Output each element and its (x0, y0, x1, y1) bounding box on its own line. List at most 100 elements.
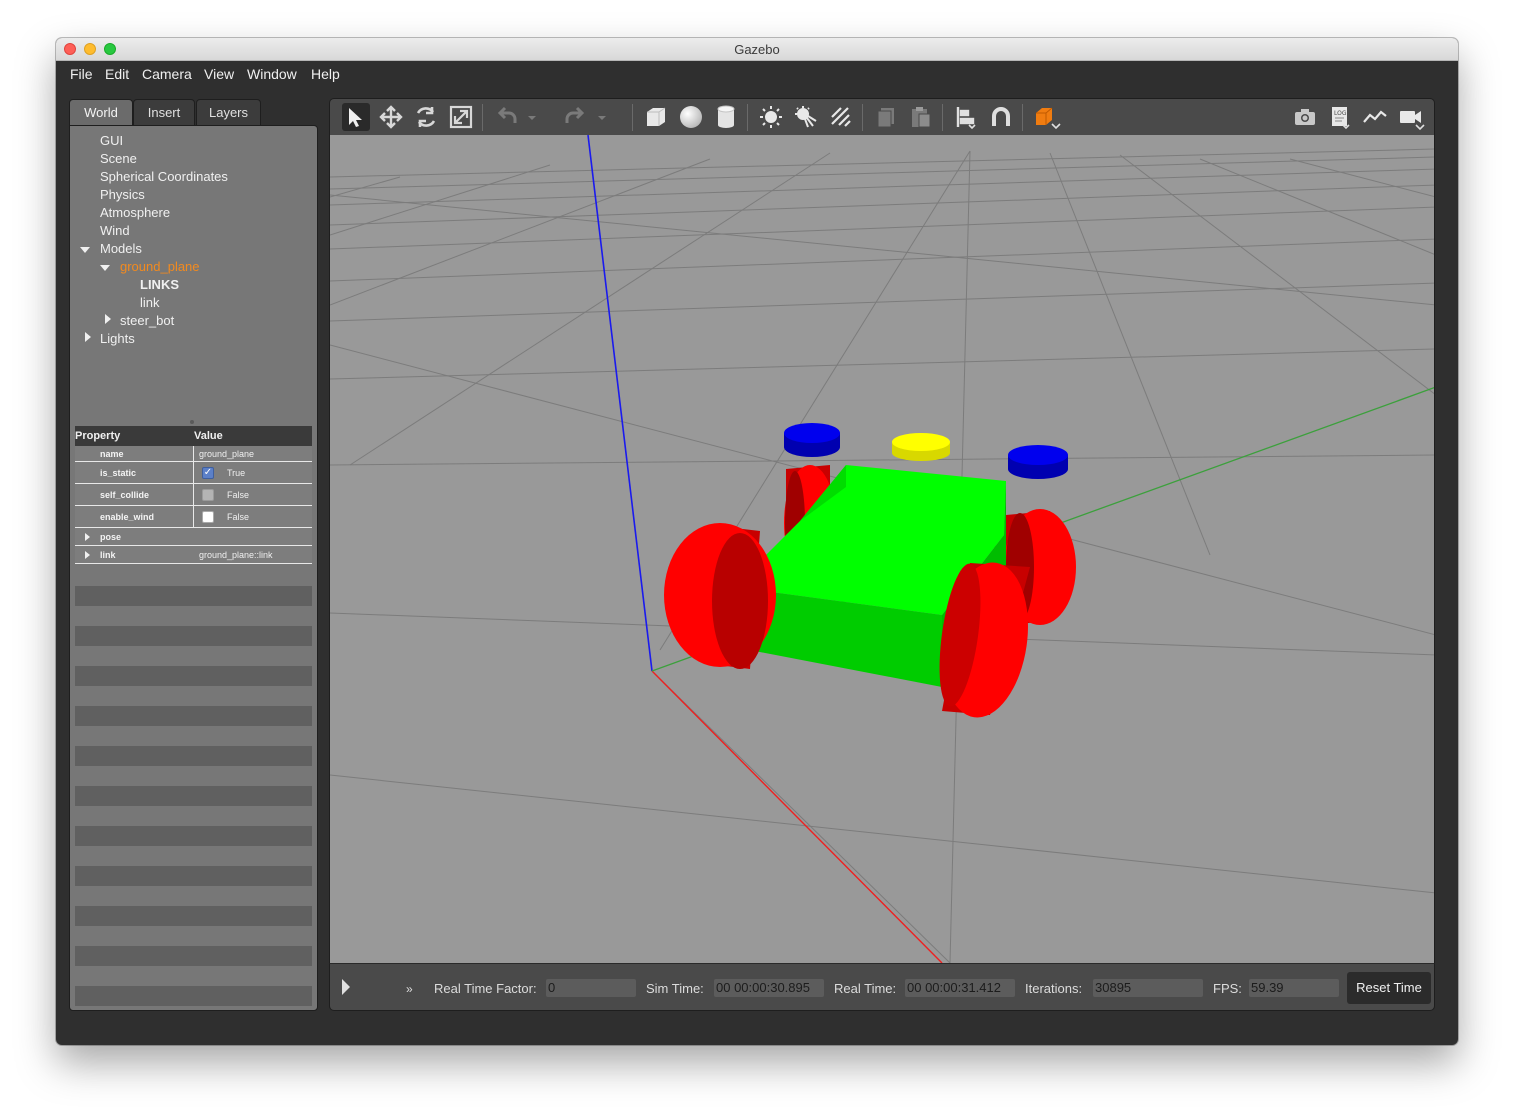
property-key: link (100, 550, 116, 560)
tree-item-spherical-coordinates[interactable]: Spherical Coordinates (100, 169, 228, 184)
left-panel: World Insert Layers GUI Scene Spherical … (69, 99, 318, 1011)
menu-edit[interactable]: Edit (105, 66, 129, 82)
menu-bar: File Edit Camera View Window Help (56, 61, 1458, 87)
point-light-icon[interactable] (757, 103, 785, 131)
paste-icon[interactable] (907, 103, 935, 131)
expand-arrow-icon[interactable] (85, 533, 90, 541)
tree-item-models[interactable]: Models (100, 241, 142, 256)
enable-wind-checkbox[interactable] (202, 511, 214, 523)
tree-links-header: LINKS (140, 277, 179, 292)
empty-property-row (75, 946, 312, 966)
step-button[interactable]: » (406, 982, 413, 996)
steer-cap-left (784, 423, 840, 457)
steer-bot-expand-icon[interactable] (105, 314, 111, 324)
menu-window[interactable]: Window (247, 66, 297, 82)
empty-property-row (75, 866, 312, 886)
play-pause-button[interactable] (342, 979, 350, 995)
property-row-link[interactable]: link ground_plane::link (75, 546, 312, 564)
menu-camera[interactable]: Camera (142, 66, 192, 82)
empty-property-row (75, 586, 312, 606)
lights-expand-icon[interactable] (85, 332, 91, 342)
property-row-self-collide: self_collide False (75, 484, 312, 506)
empty-property-row (75, 626, 312, 646)
self-collide-checkbox[interactable] (202, 489, 214, 501)
fps-field: 59.39 (1249, 979, 1339, 997)
property-value: ground_plane::link (199, 550, 273, 560)
sphere-shape-icon[interactable] (677, 103, 705, 131)
property-row-is-static: is_static ✓ True (75, 462, 312, 484)
screenshot-icon[interactable] (1291, 103, 1319, 131)
menu-view[interactable]: View (204, 66, 234, 82)
sensor-disk (892, 433, 950, 461)
rotate-mode-icon[interactable] (412, 103, 440, 131)
property-key: pose (100, 532, 122, 542)
menu-file[interactable]: File (70, 66, 93, 82)
empty-property-row (75, 746, 312, 766)
undo-icon[interactable] (492, 103, 520, 131)
spot-light-icon[interactable] (792, 103, 820, 131)
tree-item-lights[interactable]: Lights (100, 331, 135, 346)
view-angle-icon[interactable] (1032, 103, 1061, 131)
tree-item-ground-plane[interactable]: ground_plane (120, 259, 200, 274)
fps-label: FPS: (1213, 981, 1242, 996)
tree-item-physics[interactable]: Physics (100, 187, 145, 202)
empty-property-row (75, 906, 312, 926)
tree-item-link[interactable]: link (140, 295, 160, 310)
empty-property-row (75, 986, 312, 1006)
world-panel: GUI Scene Spherical Coordinates Physics … (69, 125, 318, 1011)
tree-item-scene[interactable]: Scene (100, 151, 137, 166)
empty-property-row (75, 826, 312, 846)
property-key: is_static (100, 468, 137, 478)
align-icon[interactable] (952, 103, 980, 131)
tab-insert[interactable]: Insert (133, 99, 195, 125)
ground-plane-expand-icon[interactable] (100, 265, 110, 271)
property-row-name: name ground_plane (75, 446, 312, 462)
empty-property-row (75, 706, 312, 726)
tree-item-gui[interactable]: GUI (100, 133, 123, 148)
empty-property-row (75, 666, 312, 686)
cylinder-shape-icon[interactable] (712, 103, 740, 131)
expand-arrow-icon[interactable] (85, 551, 90, 559)
copy-icon[interactable] (872, 103, 900, 131)
plot-icon[interactable] (1361, 103, 1389, 131)
steer-cap-right (1008, 445, 1068, 479)
scene-viewport[interactable] (329, 135, 1435, 963)
header-property: Property (75, 430, 121, 442)
panel-splitter-handle[interactable] (190, 420, 194, 424)
tree-item-steer-bot[interactable]: steer_bot (120, 313, 174, 328)
main-toolbar: LOG (329, 98, 1435, 135)
scale-mode-icon[interactable] (447, 103, 475, 131)
menu-help[interactable]: Help (311, 66, 340, 82)
property-key: name (100, 449, 124, 459)
scene-render (330, 135, 1434, 963)
reset-time-button[interactable]: Reset Time (1347, 972, 1431, 1004)
redo-history-icon[interactable] (594, 103, 610, 131)
real-time-field: 00 00:00:31.412 (905, 979, 1015, 997)
status-bar: » Real Time Factor: 0 Sim Time: 00 00:00… (329, 963, 1435, 1011)
svg-text:LOG: LOG (1334, 110, 1347, 117)
empty-property-row (75, 786, 312, 806)
undo-history-icon[interactable] (524, 103, 540, 131)
models-expand-icon[interactable] (80, 247, 90, 253)
redo-icon[interactable] (562, 103, 590, 131)
snap-icon[interactable] (987, 103, 1015, 131)
directional-light-icon[interactable] (827, 103, 855, 131)
iterations-field: 30895 (1093, 979, 1203, 997)
real-time-factor-label: Real Time Factor: (434, 981, 537, 996)
select-mode-icon[interactable] (342, 103, 370, 131)
property-row-pose[interactable]: pose (75, 528, 312, 546)
gazebo-window: Gazebo File Edit Camera View Window Help… (56, 38, 1458, 1045)
property-value: False (227, 512, 250, 522)
log-icon[interactable]: LOG (1326, 103, 1354, 131)
box-shape-icon[interactable] (642, 103, 670, 131)
is-static-checkbox[interactable]: ✓ (202, 467, 214, 479)
video-record-icon[interactable] (1396, 103, 1425, 131)
property-key: self_collide (100, 490, 150, 500)
title-bar: Gazebo (56, 38, 1458, 61)
tab-layers[interactable]: Layers (196, 99, 261, 125)
window-title: Gazebo (734, 42, 780, 57)
translate-mode-icon[interactable] (377, 103, 405, 131)
tab-world[interactable]: World (69, 99, 133, 125)
tree-item-wind[interactable]: Wind (100, 223, 130, 238)
tree-item-atmosphere[interactable]: Atmosphere (100, 205, 170, 220)
